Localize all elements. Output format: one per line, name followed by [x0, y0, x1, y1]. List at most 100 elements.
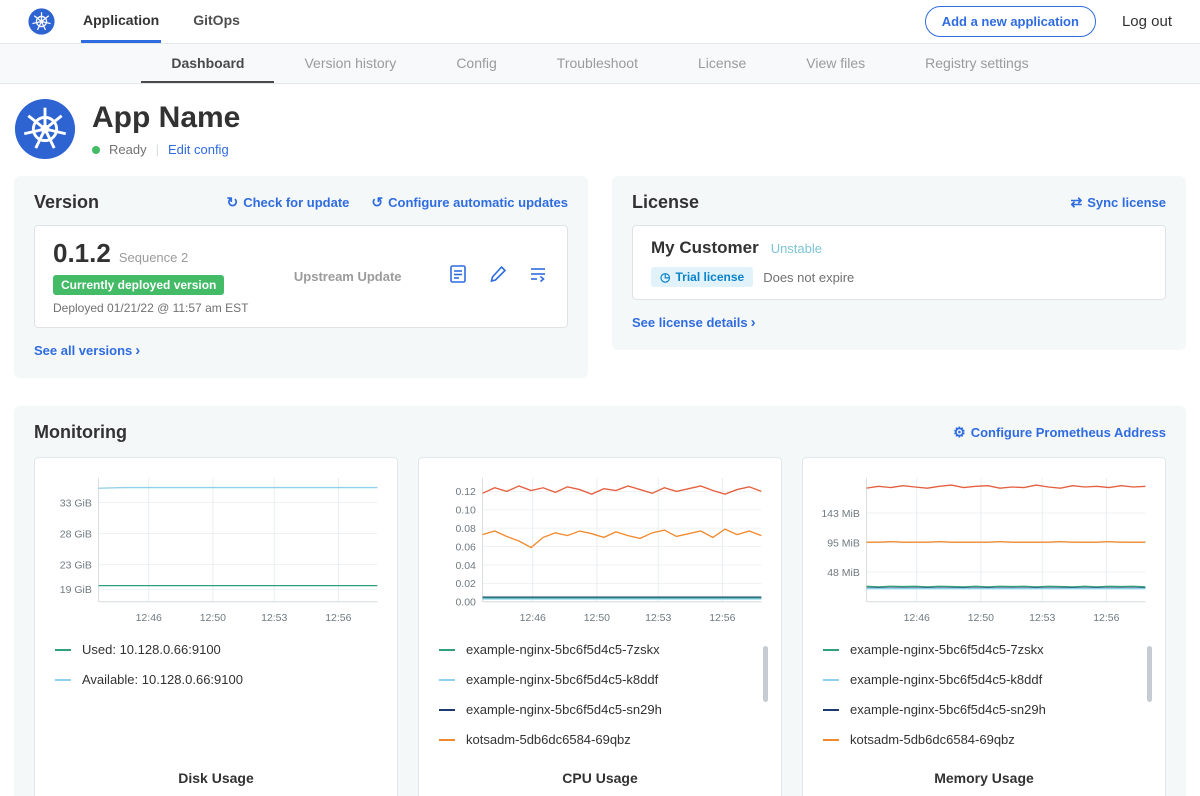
- configure-automatic-updates-link[interactable]: ↺ Configure automatic updates: [371, 194, 568, 211]
- legend-item: kotsadm-5db6dc6584-69qbz: [823, 732, 1143, 747]
- legend-label: example-nginx-5bc6f5d4c5-sn29h: [466, 702, 662, 717]
- cpu-usage-chart-card: 0.000.020.040.060.080.100.1212:4612:5012…: [418, 457, 782, 796]
- legend-color-dash: [439, 679, 455, 681]
- deployed-badge: Currently deployed version: [53, 275, 224, 295]
- disk-usage-chart: 19 GiB23 GiB28 GiB33 GiB12:4612:5012:531…: [47, 470, 385, 630]
- app-sub-nav: Dashboard Version history Config Trouble…: [0, 44, 1200, 84]
- legend-item: example-nginx-5bc6f5d4c5-sn29h: [823, 702, 1143, 717]
- disk-usage-legend: Used: 10.128.0.66:9100 Available: 10.128.…: [47, 630, 385, 702]
- subnav-tab-version-history[interactable]: Version history: [274, 44, 426, 83]
- clock-icon: ◷: [660, 270, 670, 284]
- svg-text:12:53: 12:53: [1029, 612, 1055, 624]
- chart-title: Disk Usage: [47, 762, 385, 786]
- svg-text:12:50: 12:50: [200, 612, 226, 624]
- legend-label: Available: 10.128.0.66:9100: [82, 672, 243, 687]
- svg-text:12:46: 12:46: [904, 612, 930, 624]
- sync-license-label: Sync license: [1087, 195, 1166, 210]
- configure-automatic-updates-label: Configure automatic updates: [388, 195, 568, 210]
- chevron-right-icon: ›: [135, 342, 140, 359]
- legend-color-dash: [823, 679, 839, 681]
- legend-label: example-nginx-5bc6f5d4c5-7zskx: [850, 642, 1044, 657]
- legend-item: Used: 10.128.0.66:9100: [55, 642, 375, 657]
- topnav-tabs: Application GitOps: [81, 0, 242, 43]
- legend-item: example-nginx-5bc6f5d4c5-7zskx: [823, 642, 1143, 657]
- refresh-icon: ↻: [226, 194, 238, 210]
- legend-item: example-nginx-5bc6f5d4c5-sn29h: [439, 702, 759, 717]
- legend-color-dash: [439, 739, 455, 741]
- subnav-tab-config[interactable]: Config: [426, 44, 526, 83]
- divider: |: [156, 142, 159, 157]
- legend-color-dash: [439, 709, 455, 711]
- sync-license-link[interactable]: ⇄Sync license: [1070, 194, 1166, 211]
- svg-text:0.06: 0.06: [455, 541, 476, 553]
- license-box: My Customer Unstable ◷ Trial license Doe…: [632, 225, 1166, 300]
- subnav-tab-troubleshoot[interactable]: Troubleshoot: [527, 44, 668, 83]
- trial-license-badge: ◷ Trial license: [651, 267, 753, 287]
- deploy-logs-icon[interactable]: [527, 263, 549, 290]
- app-icon: [14, 98, 76, 160]
- chart-title: CPU Usage: [431, 762, 769, 786]
- tab-application[interactable]: Application: [81, 0, 161, 43]
- see-license-details-label: See license details: [632, 315, 748, 330]
- kots-admin-console: { "topnav": { "tabs": [ { "label": "Appl…: [0, 0, 1200, 796]
- subnav-tab-view-files[interactable]: View files: [776, 44, 895, 83]
- legend-item: Available: 10.128.0.66:9100: [55, 672, 375, 687]
- logout-link[interactable]: Log out: [1122, 13, 1172, 30]
- legend-scrollbar[interactable]: [1147, 646, 1152, 702]
- disk-usage-chart-card: 19 GiB23 GiB28 GiB33 GiB12:4612:5012:531…: [34, 457, 398, 796]
- legend-label: example-nginx-5bc6f5d4c5-sn29h: [850, 702, 1046, 717]
- status-dot: [92, 146, 100, 154]
- subnav-tab-license[interactable]: License: [668, 44, 776, 83]
- app-header: App Name Ready | Edit config: [0, 84, 1200, 168]
- legend-label: kotsadm-5db6dc6584-69qbz: [466, 732, 631, 747]
- legend-scrollbar[interactable]: [763, 646, 768, 702]
- add-application-button[interactable]: Add a new application: [925, 6, 1096, 37]
- memory-usage-chart: 48 MiB95 MiB143 MiB12:4612:5012:5312:56: [815, 470, 1153, 630]
- check-for-update-link[interactable]: ↻ Check for update: [226, 194, 349, 211]
- version-number: 0.1.2: [53, 238, 111, 269]
- configure-prometheus-link[interactable]: ⚙Configure Prometheus Address: [953, 424, 1166, 441]
- legend-item: kotsadm-5db6dc6584-69qbz: [439, 732, 759, 747]
- subnav-tab-registry-settings[interactable]: Registry settings: [895, 44, 1058, 83]
- upstream-update-label: Upstream Update: [294, 269, 402, 284]
- check-for-update-label: Check for update: [243, 195, 349, 210]
- legend-color-dash: [823, 649, 839, 651]
- version-card-title: Version: [34, 192, 99, 213]
- tab-gitops[interactable]: GitOps: [191, 0, 242, 43]
- license-channel: Unstable: [771, 241, 822, 256]
- svg-text:12:46: 12:46: [136, 612, 162, 624]
- svg-text:28 GiB: 28 GiB: [60, 528, 92, 540]
- subnav-tab-dashboard[interactable]: Dashboard: [141, 44, 274, 83]
- configure-prometheus-label: Configure Prometheus Address: [971, 425, 1166, 440]
- cpu-usage-legend: example-nginx-5bc6f5d4c5-7zskx example-ng…: [431, 630, 769, 762]
- cpu-usage-chart: 0.000.020.040.060.080.100.1212:4612:5012…: [431, 470, 769, 630]
- legend-label: example-nginx-5bc6f5d4c5-k8ddf: [466, 672, 658, 687]
- chart-title: Memory Usage: [815, 762, 1153, 786]
- deployed-timestamp: Deployed 01/21/22 @ 11:57 am EST: [53, 301, 248, 315]
- svg-text:12:53: 12:53: [645, 612, 671, 624]
- monitoring-section: Monitoring ⚙Configure Prometheus Address…: [14, 406, 1186, 796]
- svg-text:0.04: 0.04: [455, 560, 476, 572]
- svg-text:48 MiB: 48 MiB: [827, 567, 860, 579]
- current-version-box: 0.1.2 Sequence 2 Currently deployed vers…: [34, 225, 568, 328]
- svg-text:95 MiB: 95 MiB: [827, 538, 860, 550]
- edit-config-link[interactable]: Edit config: [168, 142, 229, 157]
- svg-text:0.00: 0.00: [455, 597, 476, 609]
- legend-label: example-nginx-5bc6f5d4c5-7zskx: [466, 642, 660, 657]
- svg-text:143 MiB: 143 MiB: [821, 508, 860, 520]
- legend-label: kotsadm-5db6dc6584-69qbz: [850, 732, 1015, 747]
- release-notes-icon[interactable]: [447, 263, 469, 290]
- svg-text:23 GiB: 23 GiB: [60, 559, 92, 571]
- license-card-title: License: [632, 192, 699, 213]
- legend-color-dash: [55, 649, 71, 651]
- see-all-versions-link[interactable]: See all versions›: [34, 342, 140, 359]
- legend-label: example-nginx-5bc6f5d4c5-k8ddf: [850, 672, 1042, 687]
- auto-update-icon: ↺: [371, 194, 383, 210]
- see-license-details-link[interactable]: See license details›: [632, 314, 756, 331]
- svg-text:12:53: 12:53: [261, 612, 287, 624]
- tab-gitops-label: GitOps: [193, 12, 240, 28]
- edit-config-icon[interactable]: [487, 263, 509, 290]
- svg-text:12:50: 12:50: [968, 612, 994, 624]
- status-label: Ready: [109, 142, 147, 157]
- svg-text:0.08: 0.08: [455, 523, 476, 535]
